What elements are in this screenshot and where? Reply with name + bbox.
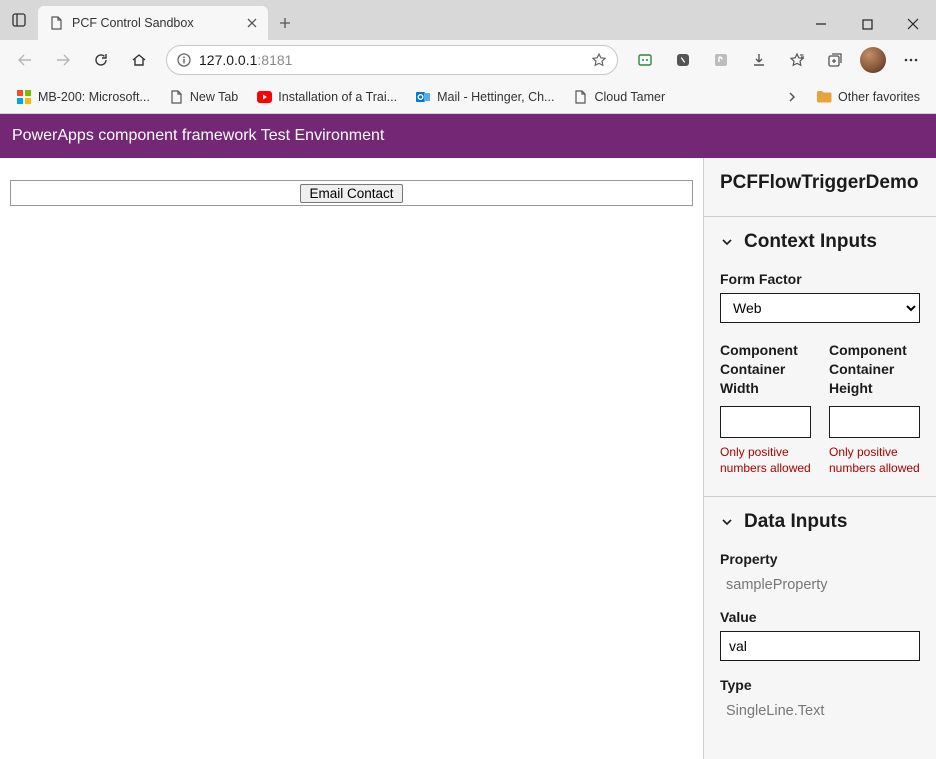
more-icon: [903, 52, 919, 68]
new-tab-button[interactable]: [268, 6, 302, 40]
bookmarks-overflow[interactable]: [778, 92, 806, 102]
youtube-icon: [256, 89, 272, 105]
browser-tab[interactable]: PCF Control Sandbox: [38, 6, 268, 40]
tab-actions-icon: [12, 13, 26, 27]
browser-chrome: PCF Control Sandbox 127.0.0.1:8181: [0, 0, 936, 114]
minimize-button[interactable]: [798, 8, 844, 40]
width-error: Only positive numbers allowed: [720, 444, 811, 476]
arrow-right-icon: [55, 52, 71, 68]
height-label: Component Container Height: [829, 341, 920, 398]
bookmark-label: MB-200: Microsoft...: [38, 90, 150, 104]
plus-icon: [279, 17, 291, 29]
maximize-button[interactable]: [844, 8, 890, 40]
favorites-button[interactable]: [780, 44, 814, 76]
form-factor-select[interactable]: Web: [720, 293, 920, 323]
page-body: Email Contact PCFFlowTriggerDemo Context…: [0, 158, 936, 759]
extension-button-1[interactable]: [628, 44, 662, 76]
page-icon: [572, 89, 588, 105]
address-bar[interactable]: 127.0.0.1:8181: [166, 45, 618, 75]
bookmark-label: Cloud Tamer: [594, 90, 665, 104]
collections-icon: [827, 52, 843, 68]
bookmark-label: New Tab: [190, 90, 238, 104]
main-area: Email Contact: [0, 158, 703, 759]
bookmark-label: Mail - Hettinger, Ch...: [437, 90, 554, 104]
window-controls: [798, 8, 936, 40]
page-icon: [168, 89, 184, 105]
type-label: Type: [720, 677, 920, 693]
value-label: Value: [720, 609, 920, 625]
property-label: Property: [720, 551, 920, 567]
site-info-icon[interactable]: [177, 53, 191, 67]
context-inputs-heading: Context Inputs: [744, 231, 877, 253]
bookmark-item[interactable]: New Tab: [160, 85, 246, 109]
tab-close-button[interactable]: [244, 15, 260, 31]
minimize-icon: [815, 18, 827, 30]
extension-icon: [637, 52, 653, 68]
home-icon: [131, 52, 147, 68]
titlebar: PCF Control Sandbox: [0, 0, 936, 40]
side-panel: PCFFlowTriggerDemo Context Inputs Form F…: [703, 158, 936, 759]
panel-title: PCFFlowTriggerDemo: [704, 158, 936, 216]
page-title: PowerApps component framework Test Envir…: [12, 127, 384, 145]
refresh-icon: [93, 52, 109, 68]
more-button[interactable]: [894, 44, 928, 76]
data-inputs-header[interactable]: Data Inputs: [720, 507, 920, 545]
chevron-down-icon: [720, 515, 734, 529]
bookmarks-bar: MB-200: Microsoft... New Tab Installatio…: [0, 80, 936, 114]
arrow-left-icon: [17, 52, 33, 68]
bookmark-item[interactable]: Installation of a Trai...: [248, 85, 405, 109]
container-width-input[interactable]: [720, 406, 811, 438]
ms-logo-icon: [16, 89, 32, 105]
tab-title: PCF Control Sandbox: [72, 16, 236, 30]
downloads-button[interactable]: [742, 44, 776, 76]
home-button[interactable]: [122, 44, 156, 76]
other-favorites-label: Other favorites: [838, 90, 920, 104]
bookmark-label: Installation of a Trai...: [278, 90, 397, 104]
back-button[interactable]: [8, 44, 42, 76]
page-header: PowerApps component framework Test Envir…: [0, 114, 936, 158]
page-icon: [48, 15, 64, 31]
toolbar: 127.0.0.1:8181: [0, 40, 936, 80]
forward-button[interactable]: [46, 44, 80, 76]
profile-avatar[interactable]: [860, 47, 886, 73]
form-factor-label: Form Factor: [720, 271, 920, 287]
bookmark-item[interactable]: Cloud Tamer: [564, 85, 673, 109]
other-favorites[interactable]: Other favorites: [808, 85, 928, 109]
container-height-input[interactable]: [829, 406, 920, 438]
tab-actions-button[interactable]: [0, 0, 38, 40]
type-value: SingleLine.Text: [720, 699, 920, 721]
extension-button-2[interactable]: [666, 44, 700, 76]
download-icon: [751, 52, 767, 68]
collections-button[interactable]: [818, 44, 852, 76]
pcf-control-container: Email Contact: [10, 180, 693, 206]
star-list-icon: [789, 52, 805, 68]
email-contact-button[interactable]: Email Contact: [300, 184, 402, 203]
refresh-button[interactable]: [84, 44, 118, 76]
extension-icon: [675, 52, 691, 68]
bookmark-item[interactable]: Mail - Hettinger, Ch...: [407, 85, 562, 109]
favorite-button[interactable]: [591, 52, 607, 68]
property-value: sampleProperty: [720, 573, 920, 595]
outlook-icon: [415, 89, 431, 105]
close-icon: [907, 18, 919, 30]
context-inputs-section: Context Inputs Form Factor Web Component…: [704, 216, 936, 496]
star-icon: [591, 52, 607, 68]
context-inputs-header[interactable]: Context Inputs: [720, 227, 920, 265]
data-inputs-section: Data Inputs Property sampleProperty Valu…: [704, 496, 936, 741]
close-window-button[interactable]: [890, 8, 936, 40]
extension-button-3[interactable]: [704, 44, 738, 76]
width-label: Component Container Width: [720, 341, 811, 398]
bookmark-item[interactable]: MB-200: Microsoft...: [8, 85, 158, 109]
height-error: Only positive numbers allowed: [829, 444, 920, 476]
data-inputs-heading: Data Inputs: [744, 511, 847, 533]
chevron-down-icon: [720, 235, 734, 249]
value-input[interactable]: [720, 631, 920, 661]
folder-icon: [816, 89, 832, 105]
chevron-right-icon: [787, 92, 797, 102]
maximize-icon: [862, 19, 873, 30]
extension-icon: [713, 52, 729, 68]
address-text: 127.0.0.1:8181: [199, 52, 583, 68]
close-icon: [247, 18, 257, 28]
